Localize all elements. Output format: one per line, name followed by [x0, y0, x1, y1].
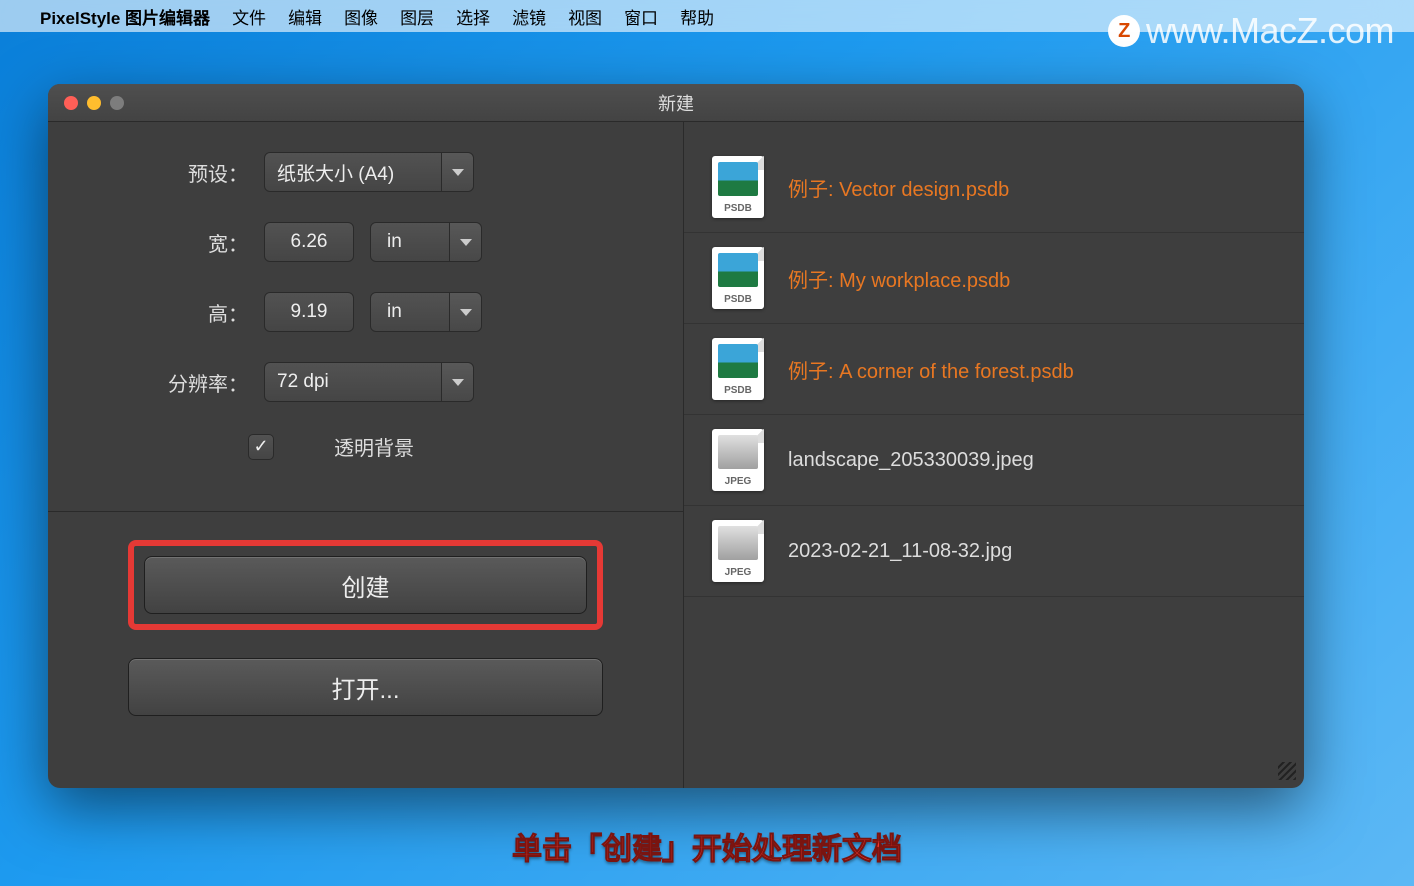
dialog-title: 新建 — [658, 90, 694, 116]
file-name: 例子: Vector design.psdb — [788, 173, 1009, 202]
transparent-bg-row: ✓ 透明背景 — [108, 432, 623, 461]
file-item[interactable]: JPEG landscape_205330039.jpeg — [684, 415, 1304, 506]
height-label: 高： — [108, 298, 248, 327]
file-type-badge: JPEG — [712, 476, 764, 487]
height-row: 高： in — [108, 292, 623, 332]
preset-value: 纸张大小 (A4) — [277, 159, 394, 186]
create-button[interactable]: 创建 — [144, 556, 587, 614]
jpeg-file-icon: JPEG — [712, 429, 764, 491]
dialog-titlebar[interactable]: 新建 — [48, 84, 1304, 122]
traffic-lights — [48, 96, 124, 110]
watermark-text: www.MacZ.com — [1146, 10, 1394, 52]
left-panel: 预设： 纸张大小 (A4) 宽： in — [48, 122, 684, 788]
file-item[interactable]: PSDB 例子: A corner of the forest.psdb — [684, 324, 1304, 415]
menu-view[interactable]: 视图 — [568, 4, 602, 29]
psdb-file-icon: PSDB — [712, 156, 764, 218]
menu-filter[interactable]: 滤镜 — [512, 4, 546, 29]
psdb-file-icon: PSDB — [712, 338, 764, 400]
menu-window[interactable]: 窗口 — [624, 4, 658, 29]
menu-help[interactable]: 帮助 — [680, 4, 714, 29]
width-unit-value: in — [387, 231, 402, 253]
check-icon: ✓ — [253, 436, 268, 457]
resize-grip-icon[interactable] — [1278, 762, 1296, 780]
jpeg-file-icon: JPEG — [712, 520, 764, 582]
width-input[interactable] — [264, 222, 354, 262]
button-area: 创建 打开... — [48, 512, 683, 744]
chevron-down-icon — [441, 153, 473, 191]
resolution-label: 分辨率： — [108, 368, 248, 397]
form-area: 预设： 纸张大小 (A4) 宽： in — [48, 122, 683, 501]
file-type-badge: PSDB — [712, 294, 764, 305]
file-name: 2023-02-21_11-08-32.jpg — [788, 540, 1012, 563]
recent-files-panel: PSDB 例子: Vector design.psdb PSDB 例子: My … — [684, 122, 1304, 788]
height-input[interactable] — [264, 292, 354, 332]
file-name: 例子: My workplace.psdb — [788, 264, 1010, 293]
height-unit-dropdown[interactable]: in — [370, 292, 482, 332]
preset-label: 预设： — [108, 158, 248, 187]
watermark-logo-icon: Z — [1108, 15, 1140, 47]
zoom-window-button[interactable] — [110, 96, 124, 110]
chevron-down-icon — [449, 223, 481, 261]
height-unit-value: in — [387, 301, 402, 323]
resolution-value: 72 dpi — [277, 371, 329, 393]
menu-edit[interactable]: 编辑 — [288, 4, 322, 29]
psdb-file-icon: PSDB — [712, 247, 764, 309]
file-item[interactable]: JPEG 2023-02-21_11-08-32.jpg — [684, 506, 1304, 597]
minimize-window-button[interactable] — [87, 96, 101, 110]
transparent-bg-checkbox[interactable]: ✓ — [248, 434, 274, 460]
create-button-highlight: 创建 — [128, 540, 603, 630]
preset-dropdown[interactable]: 纸张大小 (A4) — [264, 152, 474, 192]
preset-row: 预设： 纸张大小 (A4) — [108, 152, 623, 192]
file-type-badge: PSDB — [712, 203, 764, 214]
new-document-dialog: 新建 预设： 纸张大小 (A4) 宽： in — [48, 84, 1304, 788]
width-label: 宽： — [108, 228, 248, 257]
menu-select[interactable]: 选择 — [456, 4, 490, 29]
resolution-dropdown[interactable]: 72 dpi — [264, 362, 474, 402]
file-type-badge: JPEG — [712, 567, 764, 578]
chevron-down-icon — [441, 363, 473, 401]
app-name-menu[interactable]: PixelStyle 图片编辑器 — [40, 4, 210, 29]
open-button[interactable]: 打开... — [128, 658, 603, 716]
chevron-down-icon — [449, 293, 481, 331]
menu-image[interactable]: 图像 — [344, 4, 378, 29]
watermark: Z www.MacZ.com — [1108, 10, 1394, 52]
dialog-body: 预设： 纸张大小 (A4) 宽： in — [48, 122, 1304, 788]
width-row: 宽： in — [108, 222, 623, 262]
instruction-caption: 单击「创建」开始处理新文档 — [512, 824, 902, 868]
width-unit-dropdown[interactable]: in — [370, 222, 482, 262]
resolution-row: 分辨率： 72 dpi — [108, 362, 623, 402]
menu-layer[interactable]: 图层 — [400, 4, 434, 29]
file-item[interactable]: PSDB 例子: Vector design.psdb — [684, 142, 1304, 233]
close-window-button[interactable] — [64, 96, 78, 110]
file-item[interactable]: PSDB 例子: My workplace.psdb — [684, 233, 1304, 324]
menu-file[interactable]: 文件 — [232, 4, 266, 29]
file-name: 例子: A corner of the forest.psdb — [788, 355, 1074, 384]
file-name: landscape_205330039.jpeg — [788, 449, 1034, 472]
file-type-badge: PSDB — [712, 385, 764, 396]
transparent-bg-label: 透明背景 — [334, 432, 414, 461]
